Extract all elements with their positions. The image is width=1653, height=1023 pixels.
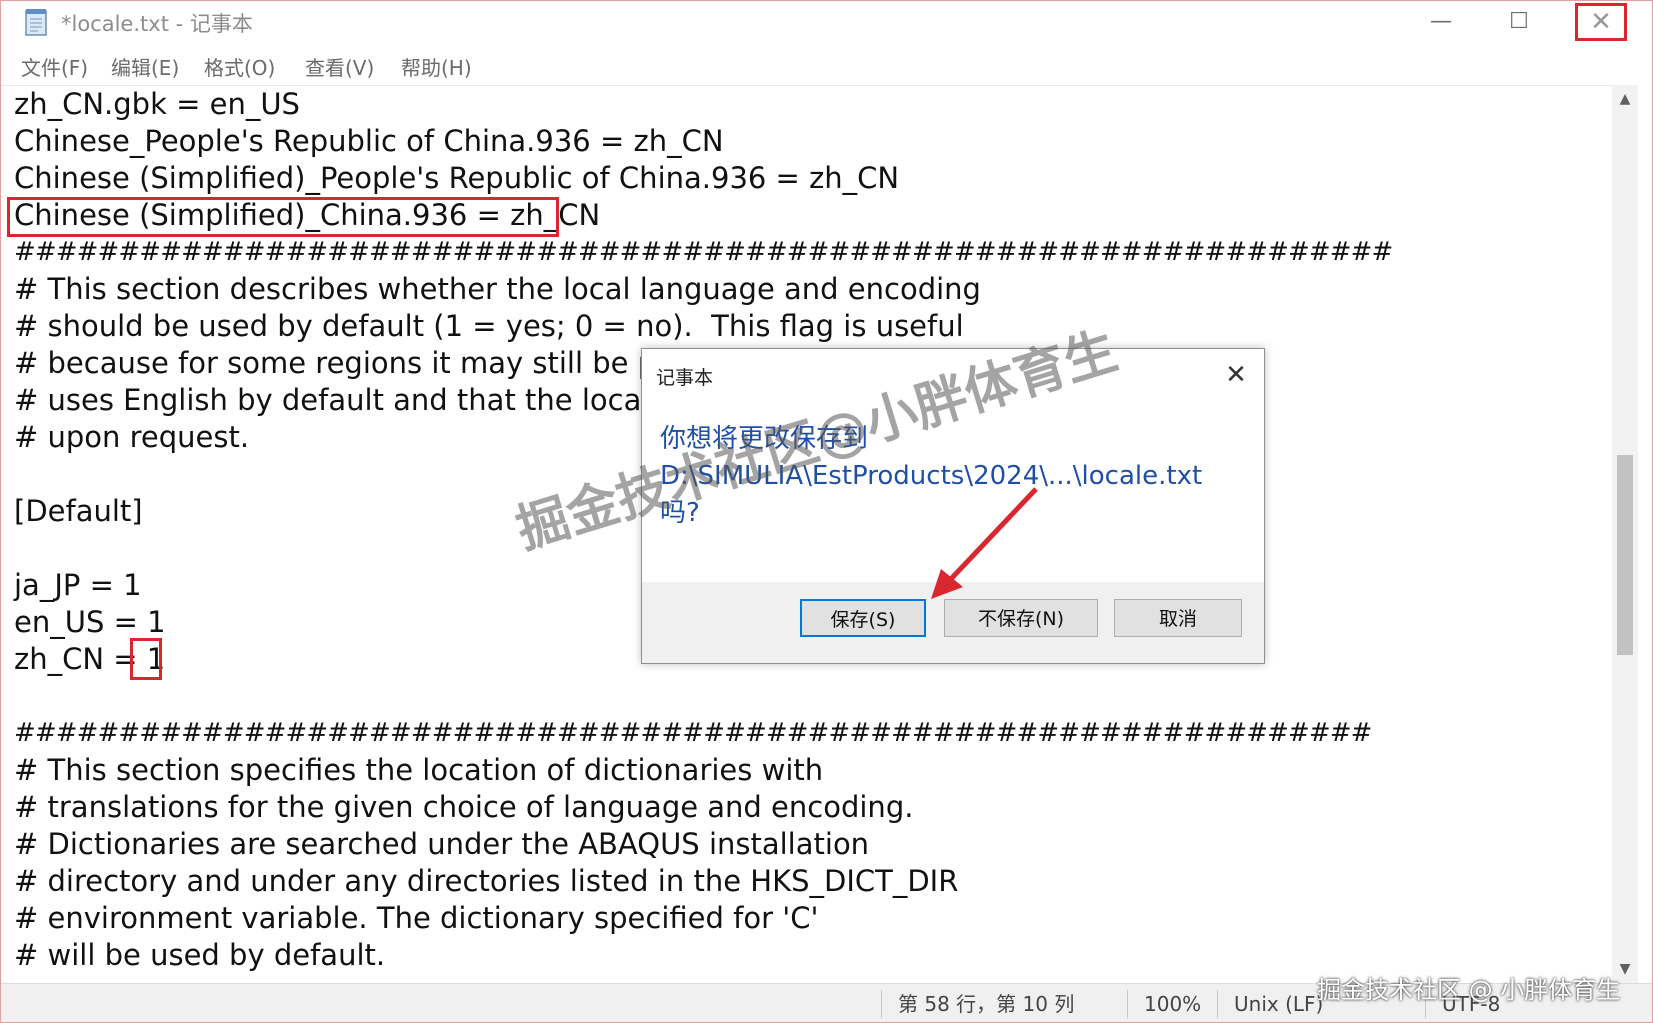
editor-line: # directory and under any directories li… xyxy=(14,864,959,898)
editor-line: # translations for the given choice of l… xyxy=(14,790,914,824)
status-bar: 第 58 行，第 10 列 100% Unix (LF) UTF-8 掘金技术社… xyxy=(1,976,1652,1022)
dialog-message-path: D:\SIMULIA\EstProducts\2024\...\locale.t… xyxy=(660,461,1203,491)
highlight-box xyxy=(7,197,559,237)
dialog-title: 记事本 xyxy=(656,367,714,389)
editor-line: # This section describes whether the loc… xyxy=(14,272,981,306)
notepad-window: *locale.txt - 记事本 — ☐ ✕ 文件(F) 编辑(E) 格式(O… xyxy=(0,0,1653,1023)
minimize-icon: — xyxy=(1430,8,1452,34)
dialog-footer: 保存(S) 不保存(N) 取消 xyxy=(642,582,1264,663)
editor-line: ja_JP = 1 xyxy=(14,568,142,602)
editor-line: # because for some regions it may still … xyxy=(14,346,696,380)
menu-file[interactable]: 文件(F) xyxy=(21,52,88,81)
vertical-scrollbar[interactable]: ▲ ▼ xyxy=(1612,85,1638,983)
menu-view[interactable]: 查看(V) xyxy=(305,52,374,81)
menu-format[interactable]: 格式(O) xyxy=(204,52,275,81)
status-position: 第 58 行，第 10 列 xyxy=(881,990,1074,1018)
dialog-message: 你想将更改保存到 D:\SIMULIA\EstProducts\2024\...… xyxy=(660,421,1202,532)
notepad-icon xyxy=(23,7,49,37)
editor-line: # will be used by default. xyxy=(14,938,386,972)
save-button[interactable]: 保存(S) xyxy=(800,599,926,637)
scroll-thumb[interactable] xyxy=(1617,455,1633,655)
editor-line: Chinese_People's Republic of China.936 =… xyxy=(14,124,724,158)
dialog-message-line: 你想将更改保存到 xyxy=(660,424,869,454)
scroll-up-icon[interactable]: ▲ xyxy=(1612,87,1638,111)
editor-line: ########################################… xyxy=(14,237,1393,267)
minimize-button[interactable]: — xyxy=(1411,1,1471,41)
status-line-ending: Unix (LF) xyxy=(1217,990,1323,1018)
window-title: *locale.txt - 记事本 xyxy=(61,12,253,36)
corner-watermark: 掘金技术社区 @ 小胖体育生 xyxy=(1317,976,1621,1004)
editor-line: # uses English by default and that the l… xyxy=(14,383,703,417)
menu-edit[interactable]: 编辑(E) xyxy=(111,52,179,81)
editor-line: # Dictionaries are searched under the AB… xyxy=(14,827,870,861)
title-bar: *locale.txt - 记事本 — ☐ ✕ xyxy=(1,1,1652,45)
editor-line: ########################################… xyxy=(14,718,1372,748)
editor-line: Chinese (Simplified)_People's Republic o… xyxy=(14,161,900,195)
maximize-icon: ☐ xyxy=(1509,8,1529,34)
editor-line: en_US = 1 xyxy=(14,605,166,639)
editor-line: # This section specifies the location of… xyxy=(14,753,824,787)
menu-bar: 文件(F) 编辑(E) 格式(O) 查看(V) 帮助(H) xyxy=(1,49,1652,85)
dialog-close-icon[interactable]: ✕ xyxy=(1220,359,1252,391)
editor-line: # upon request. xyxy=(14,420,250,454)
dont-save-button[interactable]: 不保存(N) xyxy=(944,599,1098,637)
menu-help[interactable]: 帮助(H) xyxy=(401,52,472,81)
editor-line: zh_CN.gbk = en_US xyxy=(14,87,300,121)
close-icon: ✕ xyxy=(1590,7,1612,37)
maximize-button[interactable]: ☐ xyxy=(1489,1,1549,41)
cancel-button[interactable]: 取消 xyxy=(1114,599,1242,637)
status-zoom: 100% xyxy=(1127,990,1201,1018)
dialog-message-line: 吗? xyxy=(660,498,700,528)
editor-line: # environment variable. The dictionary s… xyxy=(14,901,819,935)
editor-line: # should be used by default (1 = yes; 0 … xyxy=(14,309,964,343)
highlight-box xyxy=(130,638,162,680)
close-button[interactable]: ✕ xyxy=(1575,3,1627,41)
editor-line: [Default] xyxy=(14,494,143,528)
save-dialog: 记事本 ✕ 你想将更改保存到 D:\SIMULIA\EstProducts\20… xyxy=(641,348,1265,664)
